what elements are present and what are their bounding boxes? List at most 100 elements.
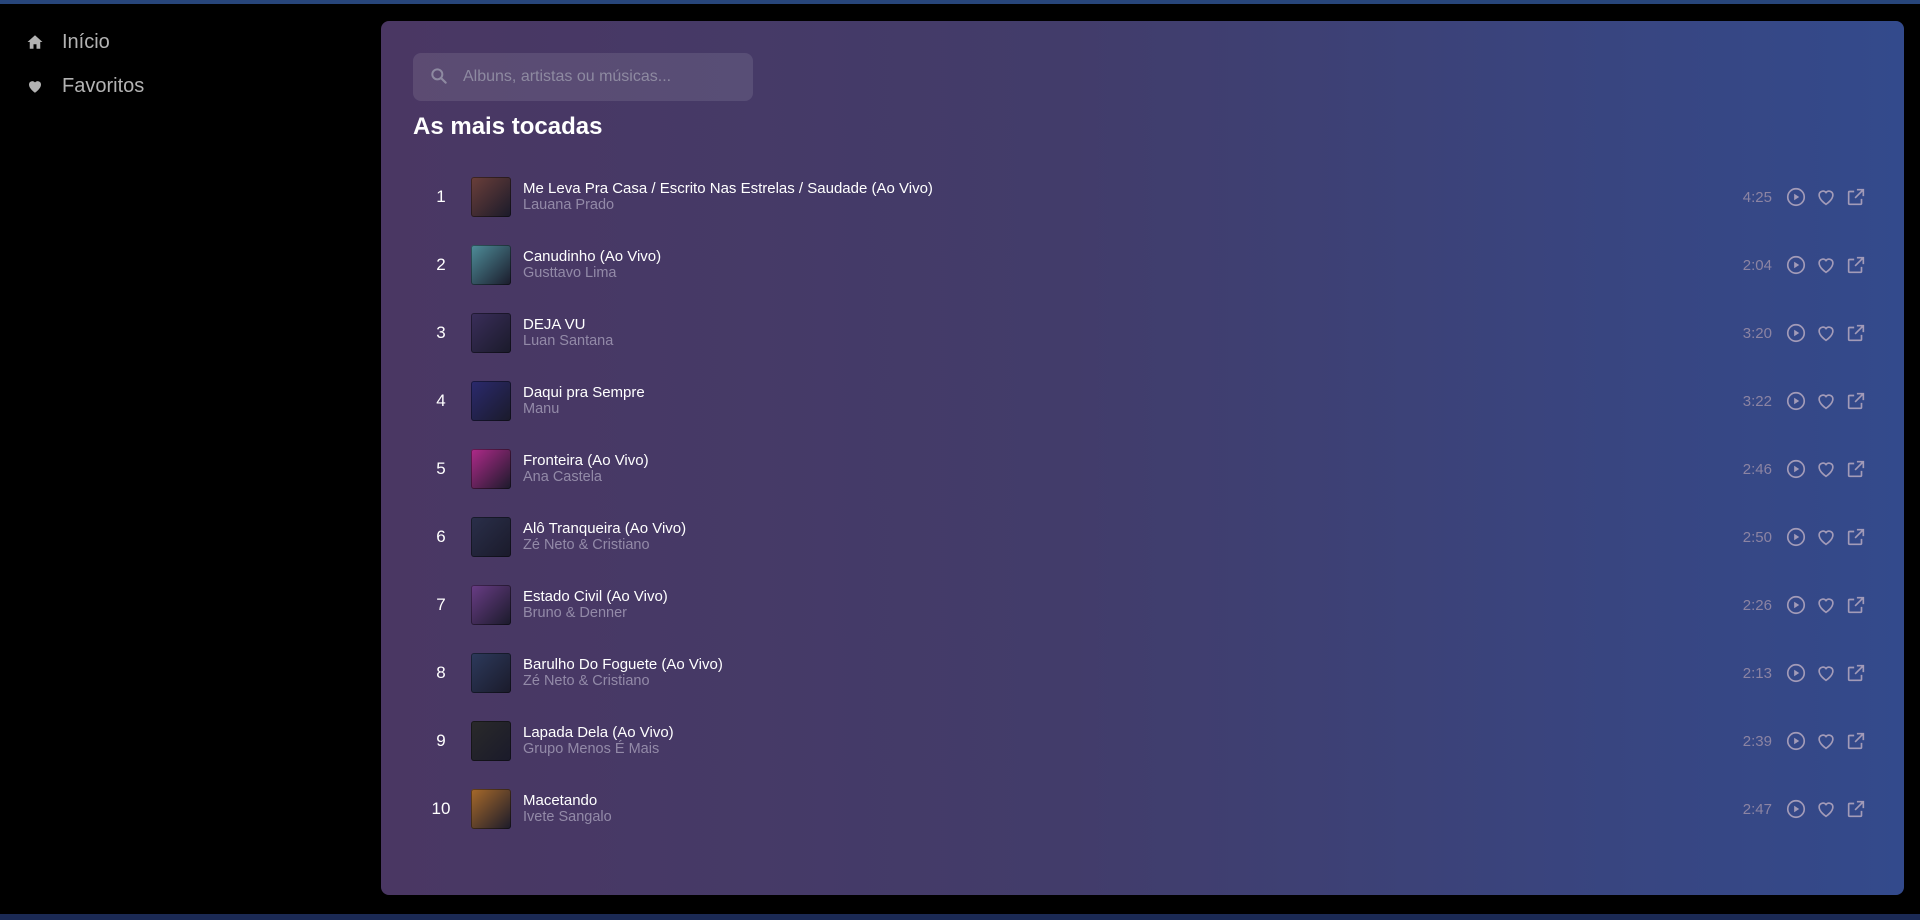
play-circle-icon[interactable]	[1784, 457, 1808, 481]
track-artist[interactable]: Manu	[523, 401, 645, 418]
sidebar: Início Favoritos	[0, 20, 380, 108]
heart-outline-icon[interactable]	[1814, 729, 1838, 753]
external-link-icon[interactable]	[1844, 185, 1868, 209]
track-row[interactable]: 8 Barulho Do Foguete (Ao Vivo) Zé Neto &…	[413, 639, 1868, 707]
track-actions: 3:22	[1743, 367, 1868, 435]
external-link-icon[interactable]	[1844, 457, 1868, 481]
track-title[interactable]: DEJA VU	[523, 316, 613, 333]
track-artist[interactable]: Zé Neto & Cristiano	[523, 537, 686, 554]
heart-outline-icon[interactable]	[1814, 321, 1838, 345]
sidebar-item-inicio[interactable]: Início	[0, 20, 380, 64]
search-icon	[429, 66, 451, 88]
heart-outline-icon[interactable]	[1814, 661, 1838, 685]
page-title: As mais tocadas	[413, 113, 603, 140]
track-rank: 3	[436, 323, 446, 342]
track-row[interactable]: 7 Estado Civil (Ao Vivo) Bruno & Denner …	[413, 571, 1868, 639]
track-row[interactable]: 4 Daqui pra Sempre Manu 3:22	[413, 367, 1868, 435]
album-cover	[471, 449, 511, 489]
track-actions: 3:20	[1743, 299, 1868, 367]
track-row[interactable]: 2 Canudinho (Ao Vivo) Gusttavo Lima 2:04	[413, 231, 1868, 299]
track-title[interactable]: Me Leva Pra Casa / Escrito Nas Estrelas …	[523, 180, 933, 197]
track-actions: 2:04	[1743, 231, 1868, 299]
play-circle-icon[interactable]	[1784, 253, 1808, 277]
play-circle-icon[interactable]	[1784, 729, 1808, 753]
album-cover	[471, 789, 511, 829]
track-actions: 2:26	[1743, 571, 1868, 639]
window-bottom-border	[0, 914, 1920, 920]
heart-outline-icon[interactable]	[1814, 389, 1838, 413]
track-row[interactable]: 9 Lapada Dela (Ao Vivo) Grupo Menos É Ma…	[413, 707, 1868, 775]
track-artist[interactable]: Lauana Prado	[523, 197, 933, 214]
track-rank: 6	[436, 527, 446, 546]
track-meta: Barulho Do Foguete (Ao Vivo) Zé Neto & C…	[523, 656, 723, 690]
heart-outline-icon[interactable]	[1814, 457, 1838, 481]
external-link-icon[interactable]	[1844, 525, 1868, 549]
track-artist[interactable]: Gusttavo Lima	[523, 265, 661, 282]
track-title[interactable]: Barulho Do Foguete (Ao Vivo)	[523, 656, 723, 673]
track-row[interactable]: 1 Me Leva Pra Casa / Escrito Nas Estrela…	[413, 163, 1868, 231]
search-input[interactable]	[461, 67, 745, 87]
track-title[interactable]: Estado Civil (Ao Vivo)	[523, 588, 668, 605]
external-link-icon[interactable]	[1844, 389, 1868, 413]
track-duration: 2:47	[1742, 800, 1772, 818]
sidebar-item-favoritos[interactable]: Favoritos	[0, 64, 380, 108]
track-title[interactable]: Canudinho (Ao Vivo)	[523, 248, 661, 265]
track-duration: 4:25	[1742, 188, 1772, 206]
track-duration: 3:22	[1742, 392, 1772, 410]
track-artist[interactable]: Luan Santana	[523, 333, 613, 350]
play-circle-icon[interactable]	[1784, 185, 1808, 209]
search-box[interactable]	[413, 53, 753, 101]
sidebar-item-label: Favoritos	[62, 74, 145, 97]
album-cover	[471, 517, 511, 557]
track-rank: 9	[436, 731, 446, 750]
play-circle-icon[interactable]	[1784, 389, 1808, 413]
track-artist[interactable]: Grupo Menos É Mais	[523, 741, 674, 758]
track-row[interactable]: 5 Fronteira (Ao Vivo) Ana Castela 2:46	[413, 435, 1868, 503]
track-duration: 2:50	[1742, 528, 1772, 546]
external-link-icon[interactable]	[1844, 593, 1868, 617]
play-circle-icon[interactable]	[1784, 797, 1808, 821]
track-title[interactable]: Macetando	[523, 792, 612, 809]
track-actions: 4:25	[1743, 163, 1868, 231]
track-meta: DEJA VU Luan Santana	[523, 316, 613, 350]
track-rank: 1	[436, 187, 446, 206]
heart-outline-icon[interactable]	[1814, 797, 1838, 821]
heart-icon	[26, 77, 44, 95]
track-row[interactable]: 6 Alô Tranqueira (Ao Vivo) Zé Neto & Cri…	[413, 503, 1868, 571]
track-duration: 2:04	[1742, 256, 1772, 274]
play-circle-icon[interactable]	[1784, 593, 1808, 617]
track-artist[interactable]: Bruno & Denner	[523, 605, 668, 622]
play-circle-icon[interactable]	[1784, 661, 1808, 685]
play-circle-icon[interactable]	[1784, 321, 1808, 345]
track-row[interactable]: 3 DEJA VU Luan Santana 3:20	[413, 299, 1868, 367]
external-link-icon[interactable]	[1844, 797, 1868, 821]
track-artist[interactable]: Zé Neto & Cristiano	[523, 673, 723, 690]
track-row[interactable]: 10 Macetando Ivete Sangalo 2:47	[413, 775, 1868, 843]
track-list: 1 Me Leva Pra Casa / Escrito Nas Estrela…	[413, 163, 1868, 843]
album-cover	[471, 653, 511, 693]
track-rank: 2	[436, 255, 446, 274]
track-title[interactable]: Alô Tranqueira (Ao Vivo)	[523, 520, 686, 537]
track-actions: 2:50	[1743, 503, 1868, 571]
heart-outline-icon[interactable]	[1814, 185, 1838, 209]
heart-outline-icon[interactable]	[1814, 593, 1838, 617]
external-link-icon[interactable]	[1844, 321, 1868, 345]
track-artist[interactable]: Ivete Sangalo	[523, 809, 612, 826]
external-link-icon[interactable]	[1844, 253, 1868, 277]
track-duration: 2:26	[1742, 596, 1772, 614]
album-cover	[471, 177, 511, 217]
album-cover	[471, 245, 511, 285]
external-link-icon[interactable]	[1844, 661, 1868, 685]
main-panel: As mais tocadas 1 Me Leva Pra Casa / Esc…	[381, 21, 1904, 895]
external-link-icon[interactable]	[1844, 729, 1868, 753]
track-artist[interactable]: Ana Castela	[523, 469, 649, 486]
heart-outline-icon[interactable]	[1814, 253, 1838, 277]
play-circle-icon[interactable]	[1784, 525, 1808, 549]
track-title[interactable]: Fronteira (Ao Vivo)	[523, 452, 649, 469]
track-title[interactable]: Daqui pra Sempre	[523, 384, 645, 401]
heart-outline-icon[interactable]	[1814, 525, 1838, 549]
track-title[interactable]: Lapada Dela (Ao Vivo)	[523, 724, 674, 741]
track-actions: 2:13	[1743, 639, 1868, 707]
track-meta: Fronteira (Ao Vivo) Ana Castela	[523, 452, 649, 486]
track-meta: Estado Civil (Ao Vivo) Bruno & Denner	[523, 588, 668, 622]
